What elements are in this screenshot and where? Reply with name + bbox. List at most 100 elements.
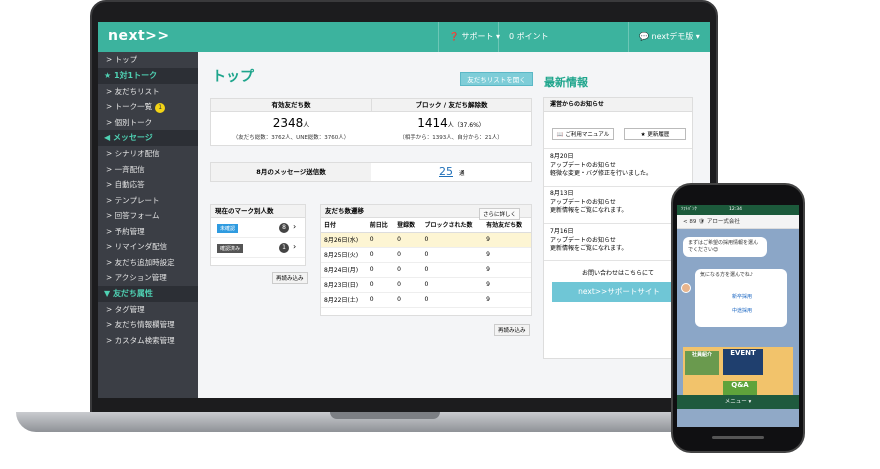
sidebar-item-label: > 友だち情報欄管理 <box>106 320 175 329</box>
sidebar-item[interactable]: > 個別トーク <box>98 115 198 131</box>
sidebar-item-label: > テンプレート <box>106 195 160 205</box>
option-mid-career[interactable]: 中途採用 <box>701 307 783 314</box>
home-indicator <box>712 436 764 439</box>
sidebar-item[interactable]: > 一斉配信 <box>98 162 198 178</box>
page-title: トップ <box>212 69 254 85</box>
news-body: 更新情報をご覧になれます。 <box>550 245 628 252</box>
sidebar-item[interactable]: > アクション管理 <box>98 270 198 286</box>
table-header: 有効友だち数 <box>483 218 531 233</box>
friends-trend-panel: 友だち数遷移 さらに詳しく 日付 前日比 登録数 ブロックされた数 有効友だち数 8月2… <box>320 204 532 316</box>
news-body: 更新情報をご覧になれます。 <box>550 207 628 214</box>
table-cell: 9 <box>483 262 531 278</box>
rich-menu-tile[interactable]: EVENT <box>723 349 763 375</box>
monthly-messages-unit: 通 <box>459 171 465 177</box>
table-cell: 9 <box>483 247 531 263</box>
sidebar-item[interactable]: > シナリオ配信 <box>98 146 198 162</box>
divider <box>544 223 692 224</box>
friends-count-value: 2348人 <box>272 116 310 130</box>
contact-text: お問い合わせはこちらにて <box>581 270 654 277</box>
stats-panel: 有効友だち数 ブロック / 友だち解除数 2348人 1414人（37.6%） … <box>210 98 532 146</box>
points-display[interactable]: 0 ポイント <box>498 22 559 52</box>
sidebar-item-label: > タグ管理 <box>106 304 145 314</box>
table-cell: 0 <box>366 292 395 308</box>
sidebar-item-label: > 個別トーク <box>106 117 153 127</box>
sidebar-item-label: > カスタム検索管理 <box>106 335 175 345</box>
sidebar-item[interactable]: > 予約管理 <box>98 224 198 240</box>
mark-row[interactable]: 確認済み 1 › <box>211 238 305 258</box>
sidebar-section[interactable]: ★ 1対1トーク <box>98 67 198 84</box>
sidebar-item-label: ★ 1対1トーク <box>104 70 158 80</box>
clock: 12:34 <box>729 207 742 212</box>
marks-reload-button[interactable]: 再読み込み <box>272 272 308 284</box>
table-cell: 0 <box>366 232 395 248</box>
table-cell: 0 <box>366 247 395 263</box>
sidebar-item[interactable]: > トップ <box>98 52 198 68</box>
table-cell: 0 <box>394 292 422 308</box>
news-date: 7月16日 <box>550 228 574 235</box>
marks-title: 現在のマーク別人数 <box>211 205 305 218</box>
news-panel-title: 運営からのお知らせ <box>544 98 692 112</box>
sidebar-item-label: > アクション管理 <box>106 273 167 282</box>
sidebar-item-label: > トーク一覧 <box>106 102 153 111</box>
table-row: 8月23日(日) 0 0 0 9 <box>321 277 531 293</box>
sidebar-section[interactable]: ◀ メッセージ <box>98 130 198 146</box>
history-button[interactable]: ★ 更新履歴 <box>624 128 686 140</box>
news-entry[interactable]: 8月13日 アップデートのお知らせ 更新情報をご覧になれます。 <box>550 190 688 216</box>
rich-menu-tile[interactable]: 社員紹介 <box>685 351 719 375</box>
table-cell: 0 <box>394 232 422 248</box>
friends-count-sub: （友だち総数：3762人、UNE総数：3760人） <box>232 135 350 141</box>
sidebar: > トップ ★ 1対1トーク > 友だちリスト > トーク一覧 1 > 個別トーク ◀ メッ… <box>98 52 198 398</box>
chevron-right-icon: › <box>293 242 297 251</box>
mark-row[interactable]: 未確認 8 › <box>211 218 305 238</box>
mark-tag: 確認済み <box>217 244 244 253</box>
sidebar-item[interactable]: > タグ管理 <box>98 302 198 318</box>
sidebar-item-label: > 自動応答 <box>106 180 145 189</box>
news-entry[interactable]: 8月20日 アップデートのお知らせ 軽微な変更・バグ修正を行いました。 <box>550 153 688 179</box>
table-cell: 0 <box>421 232 484 248</box>
sidebar-item-label: > 予約管理 <box>106 226 145 236</box>
table-header: 登録数 <box>394 218 422 233</box>
user-menu[interactable]: 💬 nextデモ版 ▾ <box>628 22 710 52</box>
chat-body: まずはご希望の採用情報を選んでください😊 気になる方を選んでね♪ 新卒採用 中途… <box>677 229 799 409</box>
monthly-messages-label: 8月のメッセージ送信数 <box>211 163 371 181</box>
table-cell: 8月25日(火) <box>321 247 367 263</box>
sidebar-item-label: > トップ <box>106 55 138 64</box>
avatar <box>681 283 691 293</box>
monthly-messages-value[interactable]: 25 <box>439 165 453 178</box>
manual-button[interactable]: 📖 ご利用マニュアル <box>552 128 614 140</box>
mark-count: 1 <box>279 243 289 253</box>
chat-header[interactable]: < 89 🛡 アロー式会社 <box>677 215 799 229</box>
table-cell: 0 <box>421 277 484 293</box>
table-cell: 8月24日(月) <box>321 262 367 278</box>
sidebar-item[interactable]: > テンプレート <box>98 193 198 209</box>
table-cell: 8月23日(日) <box>321 277 367 293</box>
support-site-button[interactable]: next>>サポートサイト <box>552 282 686 302</box>
table-cell: 0 <box>394 247 422 263</box>
chat-menu-bar[interactable]: メニュー ▾ <box>677 395 799 409</box>
blocked-count-sub: （相手から：1393人、自分から：21人） <box>399 135 503 141</box>
sidebar-section[interactable]: ▼ 友だち属性 <box>98 285 198 302</box>
app-logo[interactable]: next>> <box>108 28 170 44</box>
sidebar-item[interactable]: > 友だちリスト <box>98 84 198 100</box>
table-cell: 0 <box>394 277 422 293</box>
sidebar-item[interactable]: > トーク一覧 1 <box>98 99 198 115</box>
sidebar-item[interactable]: > 自動応答 <box>98 177 198 193</box>
table-cell: 9 <box>483 232 531 248</box>
news-date: 8月13日 <box>550 190 574 197</box>
app-header: next>> ❓ サポート ▾ 0 ポイント 💬 nextデモ版 ▾ <box>98 22 710 52</box>
chevron-right-icon: › <box>293 222 297 231</box>
news-headline: アップデートのお知らせ <box>550 161 616 169</box>
news-entry[interactable]: 7月16日 アップデートのお知らせ 更新情報をご覧になれます。 <box>550 228 688 254</box>
sidebar-item[interactable]: > 友だち追加時設定 <box>98 255 198 271</box>
open-friends-list-button[interactable]: 友だちリストを開く <box>460 72 533 86</box>
sidebar-item[interactable]: > 回答フォーム <box>98 208 198 224</box>
table-cell: 8月26日(水) <box>321 232 367 248</box>
sidebar-item[interactable]: > カスタム検索管理 <box>98 333 198 349</box>
trend-reload-button[interactable]: 再読み込み <box>494 324 530 336</box>
sidebar-item[interactable]: > リマインダ配信 <box>98 239 198 255</box>
divider <box>544 260 692 261</box>
option-new-grad[interactable]: 新卒採用 <box>701 293 783 300</box>
trend-more-button[interactable]: さらに詳しく <box>479 208 521 220</box>
sidebar-item[interactable]: > 友だち情報欄管理 <box>98 317 198 333</box>
blocked-count-label: ブロック / 友だち解除数 <box>371 99 531 112</box>
